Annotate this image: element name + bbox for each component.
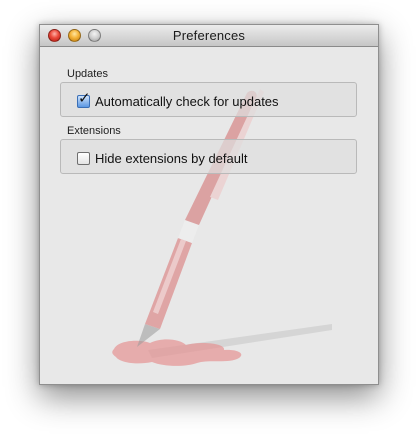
auto-check-updates-label: Automatically check for updates — [95, 93, 279, 109]
preferences-window: Preferences Updates ✓ Automatically chec… — [39, 24, 379, 385]
auto-check-updates-option[interactable]: ✓ Automatically check for updates — [77, 91, 279, 110]
extensions-section-label: Extensions — [67, 125, 121, 137]
extensions-group: Hide extensions by default — [60, 139, 357, 174]
checkmark-icon: ✓ — [78, 89, 91, 107]
auto-check-updates-checkbox[interactable]: ✓ — [77, 91, 91, 108]
title-bar[interactable]: Preferences — [40, 25, 378, 47]
updates-section-label: Updates — [67, 68, 108, 80]
window-title: Preferences — [172, 28, 246, 43]
hide-extensions-option[interactable]: Hide extensions by default — [77, 149, 247, 167]
hide-extensions-checkbox[interactable] — [77, 151, 90, 165]
updates-group: ✓ Automatically check for updates — [60, 82, 357, 117]
hide-extensions-label: Hide extensions by default — [95, 150, 248, 166]
